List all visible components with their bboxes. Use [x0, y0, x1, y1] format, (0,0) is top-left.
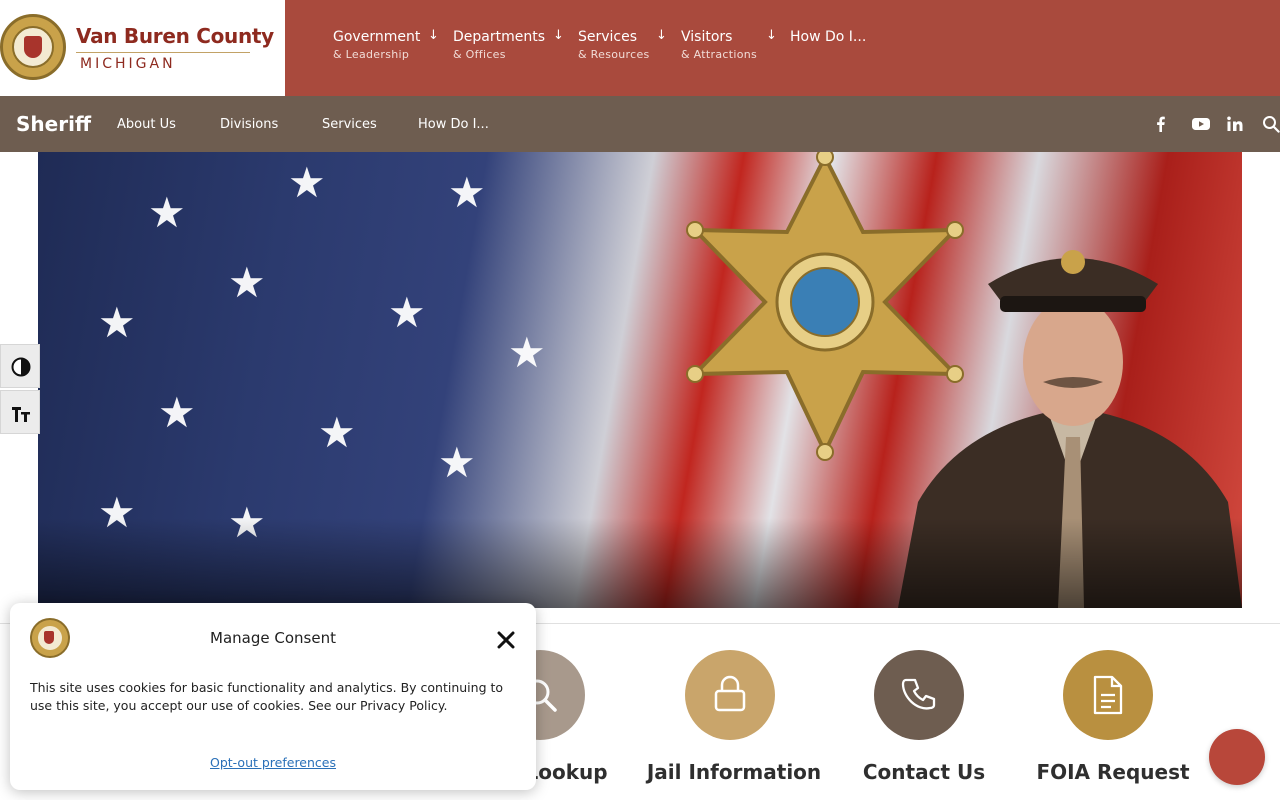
contrast-icon: [11, 357, 31, 377]
hero-banner-image: ★ ★ ★ ★ ★ ★ ★ ★ ★ ★ ★ ★: [38, 152, 1242, 608]
main-nav-services[interactable]: Services & Resources: [578, 28, 650, 64]
flag-star: ★: [318, 408, 356, 457]
section-title[interactable]: Sheriff: [16, 112, 91, 136]
toggle-contrast-button[interactable]: [0, 344, 40, 388]
chat-button[interactable]: [1209, 729, 1265, 785]
site-title: Van Buren County: [76, 24, 274, 48]
lock-icon: [714, 675, 746, 712]
consent-message: This site uses cookies for basic functio…: [30, 680, 504, 713]
quick-link-foia-request[interactable]: [1063, 650, 1153, 740]
arrow-down-icon[interactable]: ↓: [553, 28, 564, 43]
flag-star: ★: [148, 188, 186, 237]
main-nav-visitors[interactable]: Visitors & Attractions: [681, 28, 757, 64]
sub-nav-divisions[interactable]: Divisions: [220, 117, 278, 132]
flag-star: ★: [508, 328, 546, 377]
site-header: Van Buren County MICHIGAN Government & L…: [0, 0, 1280, 96]
flag-star: ★: [288, 158, 326, 207]
quick-link-contact-us-label[interactable]: Contact Us: [839, 760, 1009, 784]
flag-star: ★: [158, 388, 196, 437]
phone-icon: [901, 678, 936, 710]
arrow-down-icon[interactable]: ↓: [428, 28, 439, 43]
site-subtitle: MICHIGAN: [80, 56, 176, 72]
flag-star: ★: [228, 258, 266, 307]
document-icon: [1093, 675, 1123, 715]
youtube-icon[interactable]: [1191, 114, 1211, 134]
search-icon[interactable]: [1261, 114, 1280, 134]
consent-title: Manage Consent: [210, 629, 336, 647]
font-size-icon: [12, 407, 30, 422]
flag-star: ★: [448, 168, 486, 217]
arrow-down-icon[interactable]: ↓: [766, 28, 777, 43]
close-icon[interactable]: [494, 628, 518, 652]
opt-out-preferences-link[interactable]: Opt-out preferences: [10, 755, 536, 770]
county-seal-icon: [0, 14, 66, 80]
flag-star: ★: [98, 298, 136, 347]
quick-link-jail-information[interactable]: [685, 650, 775, 740]
sub-nav-about-us[interactable]: About Us: [117, 117, 176, 132]
main-nav-departments[interactable]: Departments & Offices: [453, 28, 545, 64]
facebook-icon[interactable]: [1151, 114, 1171, 134]
main-nav-government[interactable]: Government & Leadership: [333, 28, 420, 64]
linkedin-icon[interactable]: [1225, 114, 1245, 134]
sub-nav-services[interactable]: Services: [322, 117, 377, 132]
hero-bottom-shade: [38, 518, 1242, 608]
sub-nav-how-do-i[interactable]: How Do I...: [418, 117, 489, 132]
logo-divider: [76, 52, 250, 53]
arrow-down-icon[interactable]: ↓: [656, 28, 667, 43]
quick-link-jail-information-label[interactable]: Jail Information: [634, 760, 834, 784]
flag-star: ★: [388, 288, 426, 337]
logo-area[interactable]: Van Buren County MICHIGAN: [0, 0, 285, 96]
toggle-font-size-button[interactable]: [0, 390, 40, 434]
quick-link-contact-us[interactable]: [874, 650, 964, 740]
quick-link-foia-request-label[interactable]: FOIA Request: [1023, 760, 1203, 784]
flag-star: ★: [438, 438, 476, 487]
main-nav-how-do-i[interactable]: How Do I...: [790, 28, 866, 46]
sheriff-nav: Sheriff About Us Divisions Services How …: [0, 96, 1280, 152]
consent-dialog: Manage Consent This site uses cookies fo…: [10, 603, 536, 790]
